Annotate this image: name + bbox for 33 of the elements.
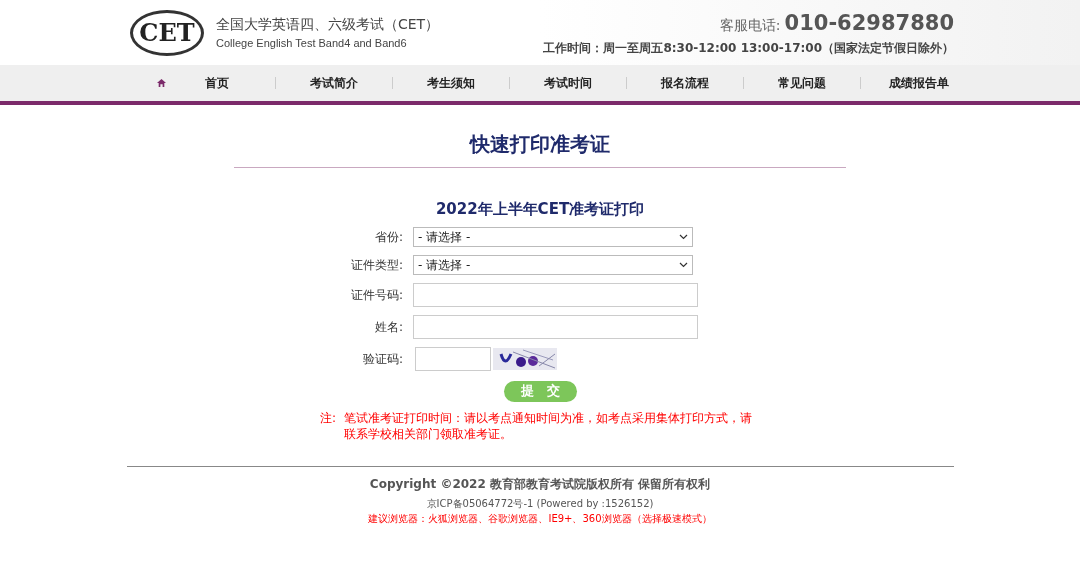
site-subtitle: College English Test Band4 and Band6	[216, 35, 408, 51]
nav-link[interactable]: 考试简介	[303, 74, 365, 92]
nav-link[interactable]: 成绩报告单	[888, 74, 950, 92]
chevron-icon	[679, 233, 688, 240]
form-title: 2022年上半年CET准考证打印	[435, 199, 645, 220]
icp-text: 京ICP备05064772号-1 (Powered by :1526152)	[426, 496, 654, 511]
input-field[interactable]	[413, 282, 698, 307]
phone-label: 客服电话:	[719, 15, 781, 35]
nav-link[interactable]: 常见问题	[771, 74, 833, 92]
nav-link[interactable]: 考生须知	[420, 74, 482, 92]
nav-link[interactable]: 报名流程	[654, 74, 716, 92]
select-field[interactable]: - 请选择 -	[413, 254, 693, 275]
site-title: 全国大学英语四、六级考试（CET）	[216, 14, 440, 34]
nav-link[interactable]: 考试时间	[537, 74, 599, 92]
field-label: 验证码:	[361, 350, 404, 368]
copyright-text: Copyright ©2022 教育部教育考试院版权所有 保留所有权利	[369, 475, 711, 493]
page-title: 快速打印准考证	[470, 131, 610, 158]
phone-number: 010-62987880	[784, 9, 954, 37]
field-label: 证件类型:	[349, 256, 404, 274]
chevron-icon	[679, 261, 688, 268]
field-label: 证件号码:	[349, 286, 404, 304]
working-hours: 工作时间：周一至周五8:30-12:00 13:00-17:00（国家法定节假日除外）	[543, 40, 954, 58]
home-icon[interactable]	[157, 76, 166, 90]
input-field[interactable]	[413, 314, 698, 339]
field-label: 省份:	[373, 228, 404, 246]
select-field[interactable]: - 请选择 -	[413, 226, 693, 247]
captcha-input-field[interactable]	[415, 346, 491, 371]
nav-link[interactable]: 首页	[186, 74, 248, 92]
field-label: 姓名:	[373, 318, 404, 336]
cet-logo: CET	[130, 9, 204, 56]
browser-recommendation: 建议浏览器：火狐浏览器、谷歌浏览器、IE9+、360浏览器（选择极速模式）	[368, 511, 712, 526]
note-label: 注:	[320, 409, 338, 427]
note-text: 笔试准考证打印时间：请以考点通知时间为准，如考点采用集体打印方式，请联系学校相关部门领取准考证。	[344, 409, 753, 442]
